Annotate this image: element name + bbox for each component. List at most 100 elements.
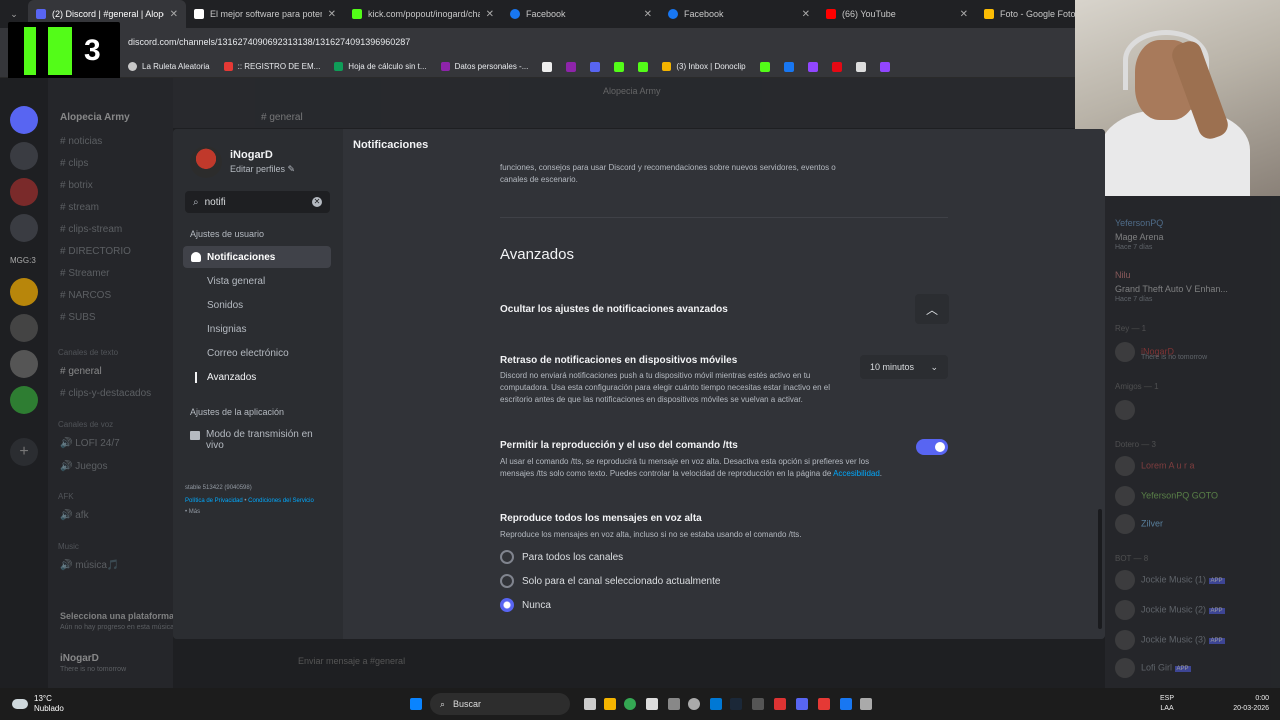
bookmark-icon[interactable] xyxy=(855,61,866,72)
voice-channel-item[interactable]: 🔊 afk xyxy=(60,510,89,521)
bookmark-registro[interactable]: :: REGISTRO DE EM... xyxy=(223,62,320,71)
channel-item[interactable]: # DIRECTORIO xyxy=(60,246,131,257)
tab-menu-icon[interactable]: ⌄ xyxy=(0,9,28,20)
member-name[interactable]: Nilu xyxy=(1115,270,1131,280)
sidebar-item-notificaciones[interactable]: Notificaciones xyxy=(183,246,331,268)
tab-facebook-1[interactable]: Facebook ✕ xyxy=(502,0,660,28)
member-item[interactable] xyxy=(1115,400,1141,420)
server-icon[interactable] xyxy=(10,314,38,342)
app-icon[interactable] xyxy=(860,698,872,710)
bookmark-icon[interactable] xyxy=(614,61,625,72)
accessibility-link[interactable]: Accesibilidad xyxy=(833,469,880,478)
terms-link[interactable]: Condiciones del Servicio xyxy=(248,498,314,504)
channel-item[interactable]: # botrix xyxy=(60,180,93,191)
app-icon[interactable] xyxy=(818,698,830,710)
more-link[interactable]: • Más xyxy=(185,509,200,515)
voice-channel-item[interactable]: 🔊 Juegos xyxy=(60,461,107,472)
member-item[interactable]: Jockie Music (3) APP xyxy=(1115,630,1225,650)
bookmark-icon[interactable] xyxy=(759,61,770,72)
sidebar-subitem-avanzados[interactable]: Avanzados xyxy=(195,372,256,383)
server-name[interactable]: Alopecia Army xyxy=(60,112,130,123)
sidebar-subitem-sonidos[interactable]: Sonidos xyxy=(207,300,243,311)
privacy-link[interactable]: Política de Privacidad xyxy=(185,498,243,504)
close-icon[interactable]: ✕ xyxy=(802,9,810,20)
scrollbar[interactable] xyxy=(1098,509,1102,629)
sidebar-subitem-correo[interactable]: Correo electrónico xyxy=(207,348,289,359)
member-item[interactable]: Jockie Music (2) APP xyxy=(1115,600,1225,620)
radio-all-channels[interactable]: Para todos los canales xyxy=(500,550,623,564)
bookmark-icon[interactable] xyxy=(590,61,601,72)
radio-selected-channel[interactable]: Solo para el canal seleccionado actualme… xyxy=(500,574,720,588)
facebook-icon[interactable] xyxy=(840,698,852,710)
close-icon[interactable]: ✕ xyxy=(960,9,968,20)
tts-toggle[interactable] xyxy=(916,439,948,455)
close-icon[interactable]: ✕ xyxy=(486,9,494,20)
tab-software[interactable]: El mejor software para potencia ✕ xyxy=(186,0,344,28)
discord-home-icon[interactable] xyxy=(10,106,38,134)
steam-icon[interactable] xyxy=(730,698,742,710)
channel-item[interactable]: # clips-stream xyxy=(60,224,122,235)
voice-channel-item[interactable]: 🔊 música🎵 xyxy=(60,560,119,571)
channel-item[interactable]: # Streamer xyxy=(60,268,109,279)
category-label[interactable]: Canales de texto xyxy=(58,348,118,357)
channel-item[interactable]: # clips xyxy=(60,158,88,169)
collapse-button[interactable]: ︿ xyxy=(915,294,949,324)
channel-item[interactable]: # noticias xyxy=(60,136,102,147)
server-icon[interactable] xyxy=(10,142,38,170)
taskbar-search[interactable]: ⌕ Buscar xyxy=(430,693,570,715)
bookmark-icon[interactable] xyxy=(542,61,553,72)
app-icon[interactable] xyxy=(668,698,680,710)
message-input[interactable]: Enviar mensaje a #general xyxy=(298,656,405,666)
weather-widget[interactable]: 13°C Nublado xyxy=(12,694,64,714)
bookmark-icon[interactable] xyxy=(831,61,842,72)
task-view-icon[interactable] xyxy=(584,698,596,710)
bookmark-donoclip[interactable]: (3) Inbox | Donoclip xyxy=(662,62,746,71)
member-item[interactable]: YefersonPQ GOTO xyxy=(1115,486,1218,506)
twitch-icon[interactable] xyxy=(807,61,818,72)
language-indicator[interactable]: ESP LAA xyxy=(1160,694,1174,714)
channel-item[interactable]: # SUBS xyxy=(60,312,96,323)
app-icon[interactable] xyxy=(646,698,658,710)
channel-item[interactable]: # general xyxy=(60,366,102,377)
bookmark-datos[interactable]: Datos personales -... xyxy=(440,62,528,71)
server-label[interactable]: MGG:3 xyxy=(10,256,36,265)
settings-search-input[interactable]: ⌕ notifi ✕ xyxy=(185,191,330,213)
server-icon[interactable] xyxy=(10,278,38,306)
member-item[interactable]: Lorem A u r a xyxy=(1115,456,1195,476)
add-server-icon[interactable]: + xyxy=(10,438,38,466)
channel-item[interactable]: # stream xyxy=(60,202,99,213)
clock[interactable]: 0:00 20-03-2026 xyxy=(1225,694,1269,714)
channel-item[interactable]: # clips-y-destacados xyxy=(60,388,151,399)
app-icon[interactable] xyxy=(774,698,786,710)
sidebar-subitem-insignias[interactable]: Insignias xyxy=(207,324,246,335)
server-icon[interactable] xyxy=(10,214,38,242)
bookmark-icon[interactable] xyxy=(566,61,577,72)
chrome-icon[interactable] xyxy=(624,698,636,710)
channel-item[interactable]: # NARCOS xyxy=(60,290,111,301)
member-item[interactable]: Lofi Girl APP xyxy=(1115,658,1191,678)
edit-profiles-link[interactable]: Editar perfiles ✎ xyxy=(230,164,295,175)
member-item[interactable]: Jockie Music (1) APP xyxy=(1115,570,1225,590)
bookmark-hoja[interactable]: Hoja de cálculo sin t... xyxy=(334,62,427,71)
file-explorer-icon[interactable] xyxy=(604,698,616,710)
mobile-delay-select[interactable]: 10 minutos ⌄ xyxy=(860,355,948,379)
server-icon[interactable] xyxy=(10,178,38,206)
clear-icon[interactable]: ✕ xyxy=(312,197,322,207)
tab-youtube[interactable]: (66) YouTube ✕ xyxy=(818,0,976,28)
edge-icon[interactable] xyxy=(710,698,722,710)
member-name[interactable]: YefersonPQ xyxy=(1115,218,1163,228)
sidebar-item-stream-mode[interactable]: Modo de transmisión en vivo xyxy=(190,429,330,451)
app-icon[interactable] xyxy=(688,698,700,710)
category-label[interactable]: Canales de voz xyxy=(58,420,113,429)
close-icon[interactable]: ✕ xyxy=(170,9,178,20)
category-label[interactable]: AFK xyxy=(58,492,74,501)
voice-channel-item[interactable]: 🔊 LOFI 24/7 xyxy=(60,438,120,449)
bookmark-ruleta[interactable]: La Ruleta Aleatoria xyxy=(128,62,210,71)
server-icon[interactable] xyxy=(10,386,38,414)
bookmark-icon[interactable] xyxy=(783,61,794,72)
close-icon[interactable]: ✕ xyxy=(328,9,336,20)
sidebar-subitem-vista-general[interactable]: Vista general xyxy=(207,276,265,287)
app-icon[interactable] xyxy=(752,698,764,710)
close-icon[interactable]: ✕ xyxy=(644,9,652,20)
avatar[interactable] xyxy=(190,146,222,178)
